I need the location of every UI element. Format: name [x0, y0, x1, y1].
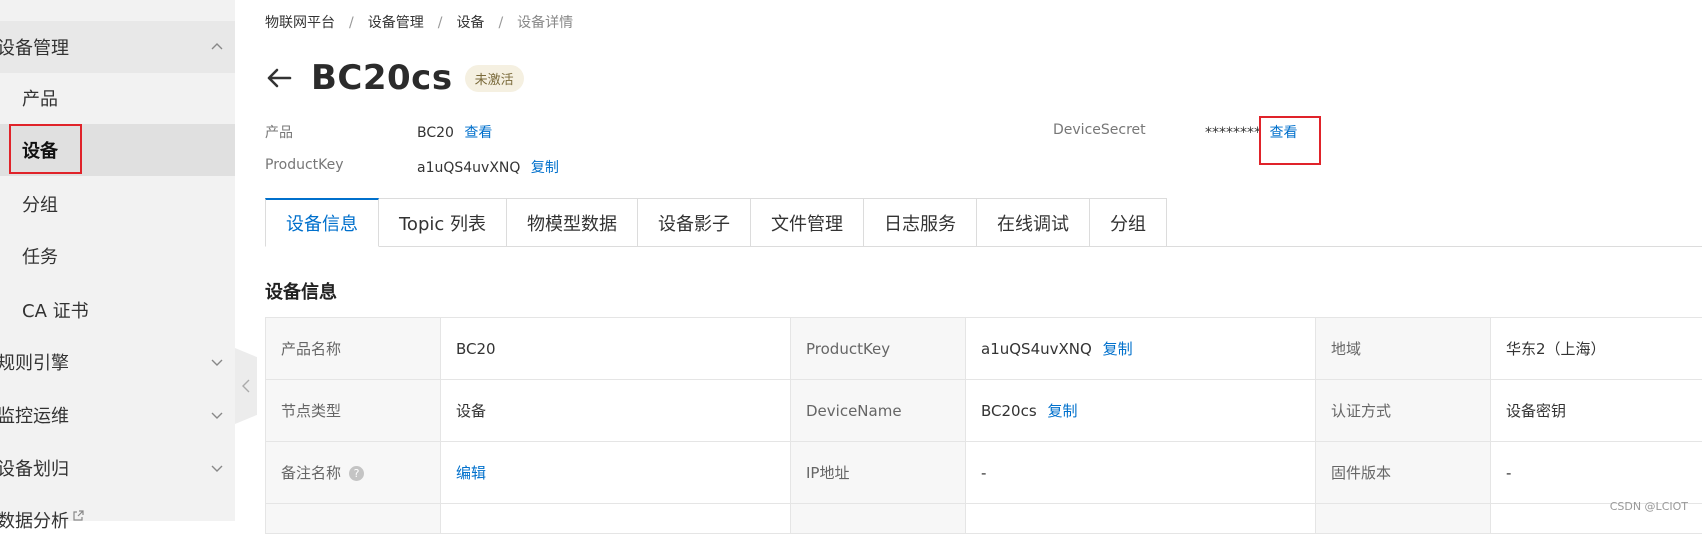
- table-row: 产品名称 BC20 ProductKey a1uQS4uvXNQ 复制 地域 华…: [266, 318, 1702, 380]
- section-title: 设备信息: [265, 278, 337, 304]
- sidebar-item-label: 数据分析: [0, 507, 69, 533]
- copy-productkey-link[interactable]: 复制: [1103, 340, 1133, 358]
- back-arrow-icon[interactable]: [265, 64, 293, 92]
- field-label: ProductKey: [791, 318, 966, 380]
- page-title: BC20cs: [311, 58, 453, 98]
- sidebar-item-label: CA 证书: [22, 297, 89, 323]
- sidebar-item-label: 规则引擎: [0, 349, 69, 375]
- status-badge: 未激活: [465, 65, 524, 92]
- field-value: 设备: [441, 380, 791, 442]
- tab-bar: 设备信息 Topic 列表 物模型数据 设备影子 文件管理 日志服务 在线调试 …: [265, 198, 1167, 247]
- product-value: BC20 查看: [417, 122, 492, 142]
- devicesecret-mask: ********: [1205, 125, 1261, 141]
- remark-label: 备注名称: [281, 464, 341, 482]
- breadcrumb-item[interactable]: 设备: [456, 15, 484, 31]
- field-label: 地域: [1316, 318, 1491, 380]
- productkey-value: a1uQS4uvXNQ 复制: [417, 157, 559, 177]
- highlight-box: [1259, 116, 1321, 165]
- product-label: 产品: [265, 122, 293, 142]
- tab-log-service[interactable]: 日志服务: [864, 198, 977, 247]
- copy-productkey-link[interactable]: 复制: [531, 160, 559, 176]
- watermark: CSDN @LCIOT: [1610, 500, 1688, 513]
- tab-file-management[interactable]: 文件管理: [751, 198, 864, 247]
- chevron-down-icon: [211, 462, 223, 474]
- field-label: 固件版本: [1316, 442, 1491, 504]
- chevron-left-icon: [242, 379, 250, 393]
- tab-device-info[interactable]: 设备信息: [265, 198, 379, 247]
- sidebar-item-label: 任务: [22, 243, 58, 269]
- device-info-table: 产品名称 BC20 ProductKey a1uQS4uvXNQ 复制 地域 华…: [265, 317, 1702, 534]
- devicename-text: BC20cs: [981, 402, 1037, 420]
- field-label: 产品名称: [266, 318, 441, 380]
- chevron-down-icon: [211, 409, 223, 421]
- title-row: BC20cs 未激活: [265, 56, 524, 100]
- field-value: 编辑: [441, 442, 791, 504]
- field-label: IP地址: [791, 442, 966, 504]
- breadcrumb-separator: /: [498, 15, 503, 31]
- tab-device-shadow[interactable]: 设备影子: [638, 198, 751, 247]
- field-value: -: [1491, 442, 1702, 504]
- help-icon[interactable]: ?: [349, 466, 364, 481]
- edit-remark-link[interactable]: 编辑: [456, 464, 486, 482]
- sidebar-item-task[interactable]: 任务: [0, 230, 235, 282]
- copy-devicename-link[interactable]: 复制: [1047, 402, 1077, 420]
- sidebar-item-label: 产品: [22, 85, 58, 111]
- table-row: [266, 504, 1702, 534]
- sidebar-item-label: 监控运维: [0, 402, 69, 428]
- sidebar-collapse-handle[interactable]: [235, 348, 257, 424]
- field-label: [1316, 504, 1491, 534]
- sidebar-group-data-analysis[interactable]: 数据分析: [0, 494, 235, 546]
- product-name: BC20: [417, 125, 454, 141]
- breadcrumb-current: 设备详情: [517, 15, 573, 31]
- tab-thing-model-data[interactable]: 物模型数据: [507, 198, 638, 247]
- external-link-icon: [72, 510, 84, 522]
- productkey-label: ProductKey: [265, 157, 344, 173]
- field-label: 节点类型: [266, 380, 441, 442]
- chevron-down-icon: [211, 356, 223, 368]
- field-value: a1uQS4uvXNQ 复制: [966, 318, 1316, 380]
- sidebar-item-group[interactable]: 分组: [0, 178, 235, 230]
- sidebar-group-monitoring[interactable]: 监控运维: [0, 389, 235, 441]
- sidebar-item-label: 设备划归: [0, 455, 69, 481]
- productkey-text: a1uQS4uvXNQ: [981, 340, 1092, 358]
- sidebar-group-device-assign[interactable]: 设备划归: [0, 442, 235, 494]
- table-row: 备注名称? 编辑 IP地址 - 固件版本 -: [266, 442, 1702, 504]
- sidebar-item-ca-cert[interactable]: CA 证书: [0, 284, 235, 336]
- field-value: [441, 504, 791, 534]
- sidebar-item-label: 分组: [22, 191, 58, 217]
- view-product-link[interactable]: 查看: [464, 125, 492, 141]
- field-value: 设备密钥: [1491, 380, 1702, 442]
- field-value: [966, 504, 1316, 534]
- field-label: DeviceName: [791, 380, 966, 442]
- devicesecret-label: DeviceSecret: [1053, 122, 1146, 138]
- tab-online-debug[interactable]: 在线调试: [977, 198, 1090, 247]
- field-value: -: [966, 442, 1316, 504]
- chevron-up-icon: [211, 41, 223, 53]
- table-row: 节点类型 设备 DeviceName BC20cs 复制 认证方式 设备密钥: [266, 380, 1702, 442]
- sidebar: 设备管理 产品 设备 分组 任务 CA 证书 规则引擎 监控运维 设备划归 数据…: [0, 0, 235, 521]
- field-value: 华东2（上海）: [1491, 318, 1702, 380]
- productkey-text: a1uQS4uvXNQ: [417, 160, 520, 176]
- field-label: [791, 504, 966, 534]
- highlight-box: [9, 124, 82, 174]
- breadcrumb-separator: /: [349, 15, 354, 31]
- tab-topic-list[interactable]: Topic 列表: [379, 198, 507, 247]
- field-label: [266, 504, 441, 534]
- field-label: 备注名称?: [266, 442, 441, 504]
- breadcrumb-item[interactable]: 设备管理: [368, 15, 424, 31]
- sidebar-group-device-management[interactable]: 设备管理: [0, 21, 235, 73]
- breadcrumb-item[interactable]: 物联网平台: [265, 15, 335, 31]
- field-value: BC20: [441, 318, 791, 380]
- sidebar-group-rule-engine[interactable]: 规则引擎: [0, 336, 235, 388]
- sidebar-item-label: 设备管理: [0, 34, 69, 60]
- field-value: BC20cs 复制: [966, 380, 1316, 442]
- sidebar-item-product[interactable]: 产品: [0, 72, 235, 124]
- field-label: 认证方式: [1316, 380, 1491, 442]
- tab-group[interactable]: 分组: [1090, 198, 1167, 247]
- breadcrumb-separator: /: [438, 15, 443, 31]
- breadcrumb: 物联网平台 / 设备管理 / 设备 / 设备详情: [265, 12, 573, 32]
- main-content: 物联网平台 / 设备管理 / 设备 / 设备详情 BC20cs 未激活 产品 BC20 查看…: [265, 0, 1702, 521]
